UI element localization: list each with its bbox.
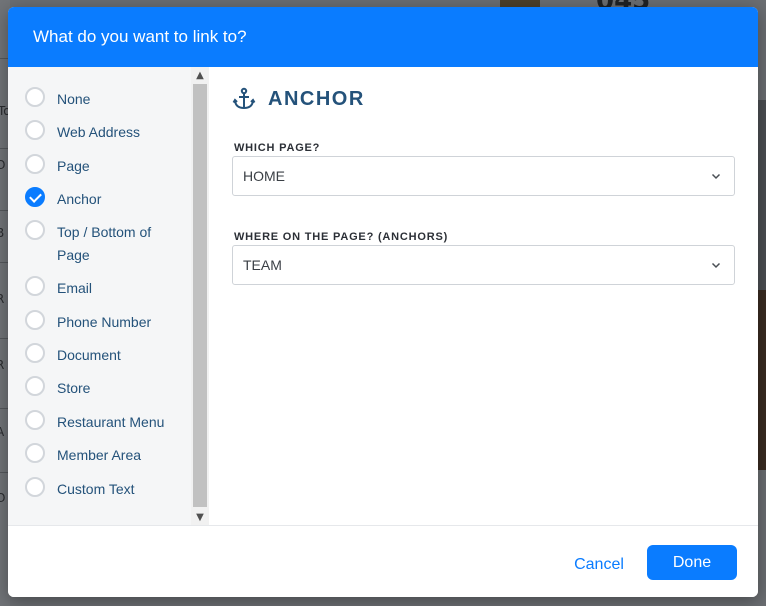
scrollbar-thumb[interactable]: [193, 84, 207, 507]
link-type-label: Top / Bottom of Page: [57, 224, 152, 263]
link-type-label: Email: [57, 280, 93, 296]
background-text-fragment: R: [0, 292, 5, 306]
scroll-down-icon[interactable]: ▼: [191, 509, 209, 525]
link-type-label: Member Area: [57, 447, 142, 463]
link-type-label: Restaurant Menu: [57, 414, 165, 430]
background-photo: [758, 290, 766, 470]
link-dialog: What do you want to link to? None Web Ad…: [8, 7, 758, 597]
dialog-title: What do you want to link to?: [33, 27, 247, 46]
background-text-fragment: R: [0, 358, 5, 372]
radio-button[interactable]: [25, 343, 45, 363]
radio-button[interactable]: [25, 87, 45, 107]
background-text-fragment: O: [0, 158, 6, 172]
anchor-field-label: WHERE ON THE PAGE? (ANCHORS): [234, 231, 451, 249]
section-header: ANCHOR: [232, 87, 365, 111]
radio-button[interactable]: [25, 477, 45, 497]
link-type-label: Custom Text: [57, 481, 135, 497]
background-text-fragment: A: [0, 425, 5, 439]
anchor-icon: [232, 87, 256, 110]
link-type-label: Phone Number: [57, 314, 152, 330]
dialog-header: What do you want to link to?: [8, 7, 758, 67]
link-type-label: Anchor: [57, 191, 102, 207]
radio-button[interactable]: [25, 276, 45, 296]
anchor-select-value: TEAM: [243, 257, 282, 273]
radio-button[interactable]: [25, 154, 45, 174]
dialog-body: None Web Address Page Anchor Top / Botto…: [8, 67, 758, 525]
anchor-select[interactable]: TEAM: [232, 245, 735, 285]
link-type-label: Page: [57, 158, 90, 174]
done-button[interactable]: Done: [647, 545, 737, 580]
cancel-button[interactable]: Cancel: [554, 548, 644, 582]
link-type-label: None: [57, 91, 91, 107]
dialog-footer: Cancel Done: [8, 525, 758, 597]
link-type-label: Web Address: [57, 124, 141, 140]
section-title: ANCHOR: [268, 87, 365, 110]
background-image-fragment: [500, 0, 540, 7]
which-page-value: HOME: [243, 168, 285, 184]
which-page-label: WHICH PAGE?: [234, 142, 321, 154]
which-page-select[interactable]: HOME: [232, 156, 735, 196]
scroll-up-icon[interactable]: ▲: [191, 67, 209, 83]
radio-button[interactable]: [25, 120, 45, 140]
link-type-sidebar: None Web Address Page Anchor Top / Botto…: [8, 67, 209, 525]
anchor-field-label-text: WHERE ON THE PAGE?: [234, 231, 375, 243]
radio-button-checked[interactable]: [25, 187, 45, 207]
chevron-down-icon: [711, 173, 721, 180]
radio-button[interactable]: [25, 310, 45, 330]
radio-button[interactable]: [25, 220, 45, 240]
link-type-label: Store: [57, 380, 91, 396]
sidebar-scrollbar[interactable]: ▲ ▼: [191, 67, 209, 525]
link-type-label: Document: [57, 347, 121, 363]
background-text-fragment: O: [0, 491, 6, 505]
radio-button[interactable]: [25, 410, 45, 430]
radio-button[interactable]: [25, 376, 45, 396]
background-text-fragment: B: [0, 226, 5, 240]
anchors-hint: (ANCHORS): [375, 231, 451, 249]
anchor-settings-panel: ANCHOR WHICH PAGE? HOME WHERE ON THE PAG…: [210, 67, 758, 525]
radio-button[interactable]: [25, 443, 45, 463]
anchors-hint-text: (ANCHORS): [377, 231, 449, 243]
chevron-down-icon: [711, 262, 721, 269]
